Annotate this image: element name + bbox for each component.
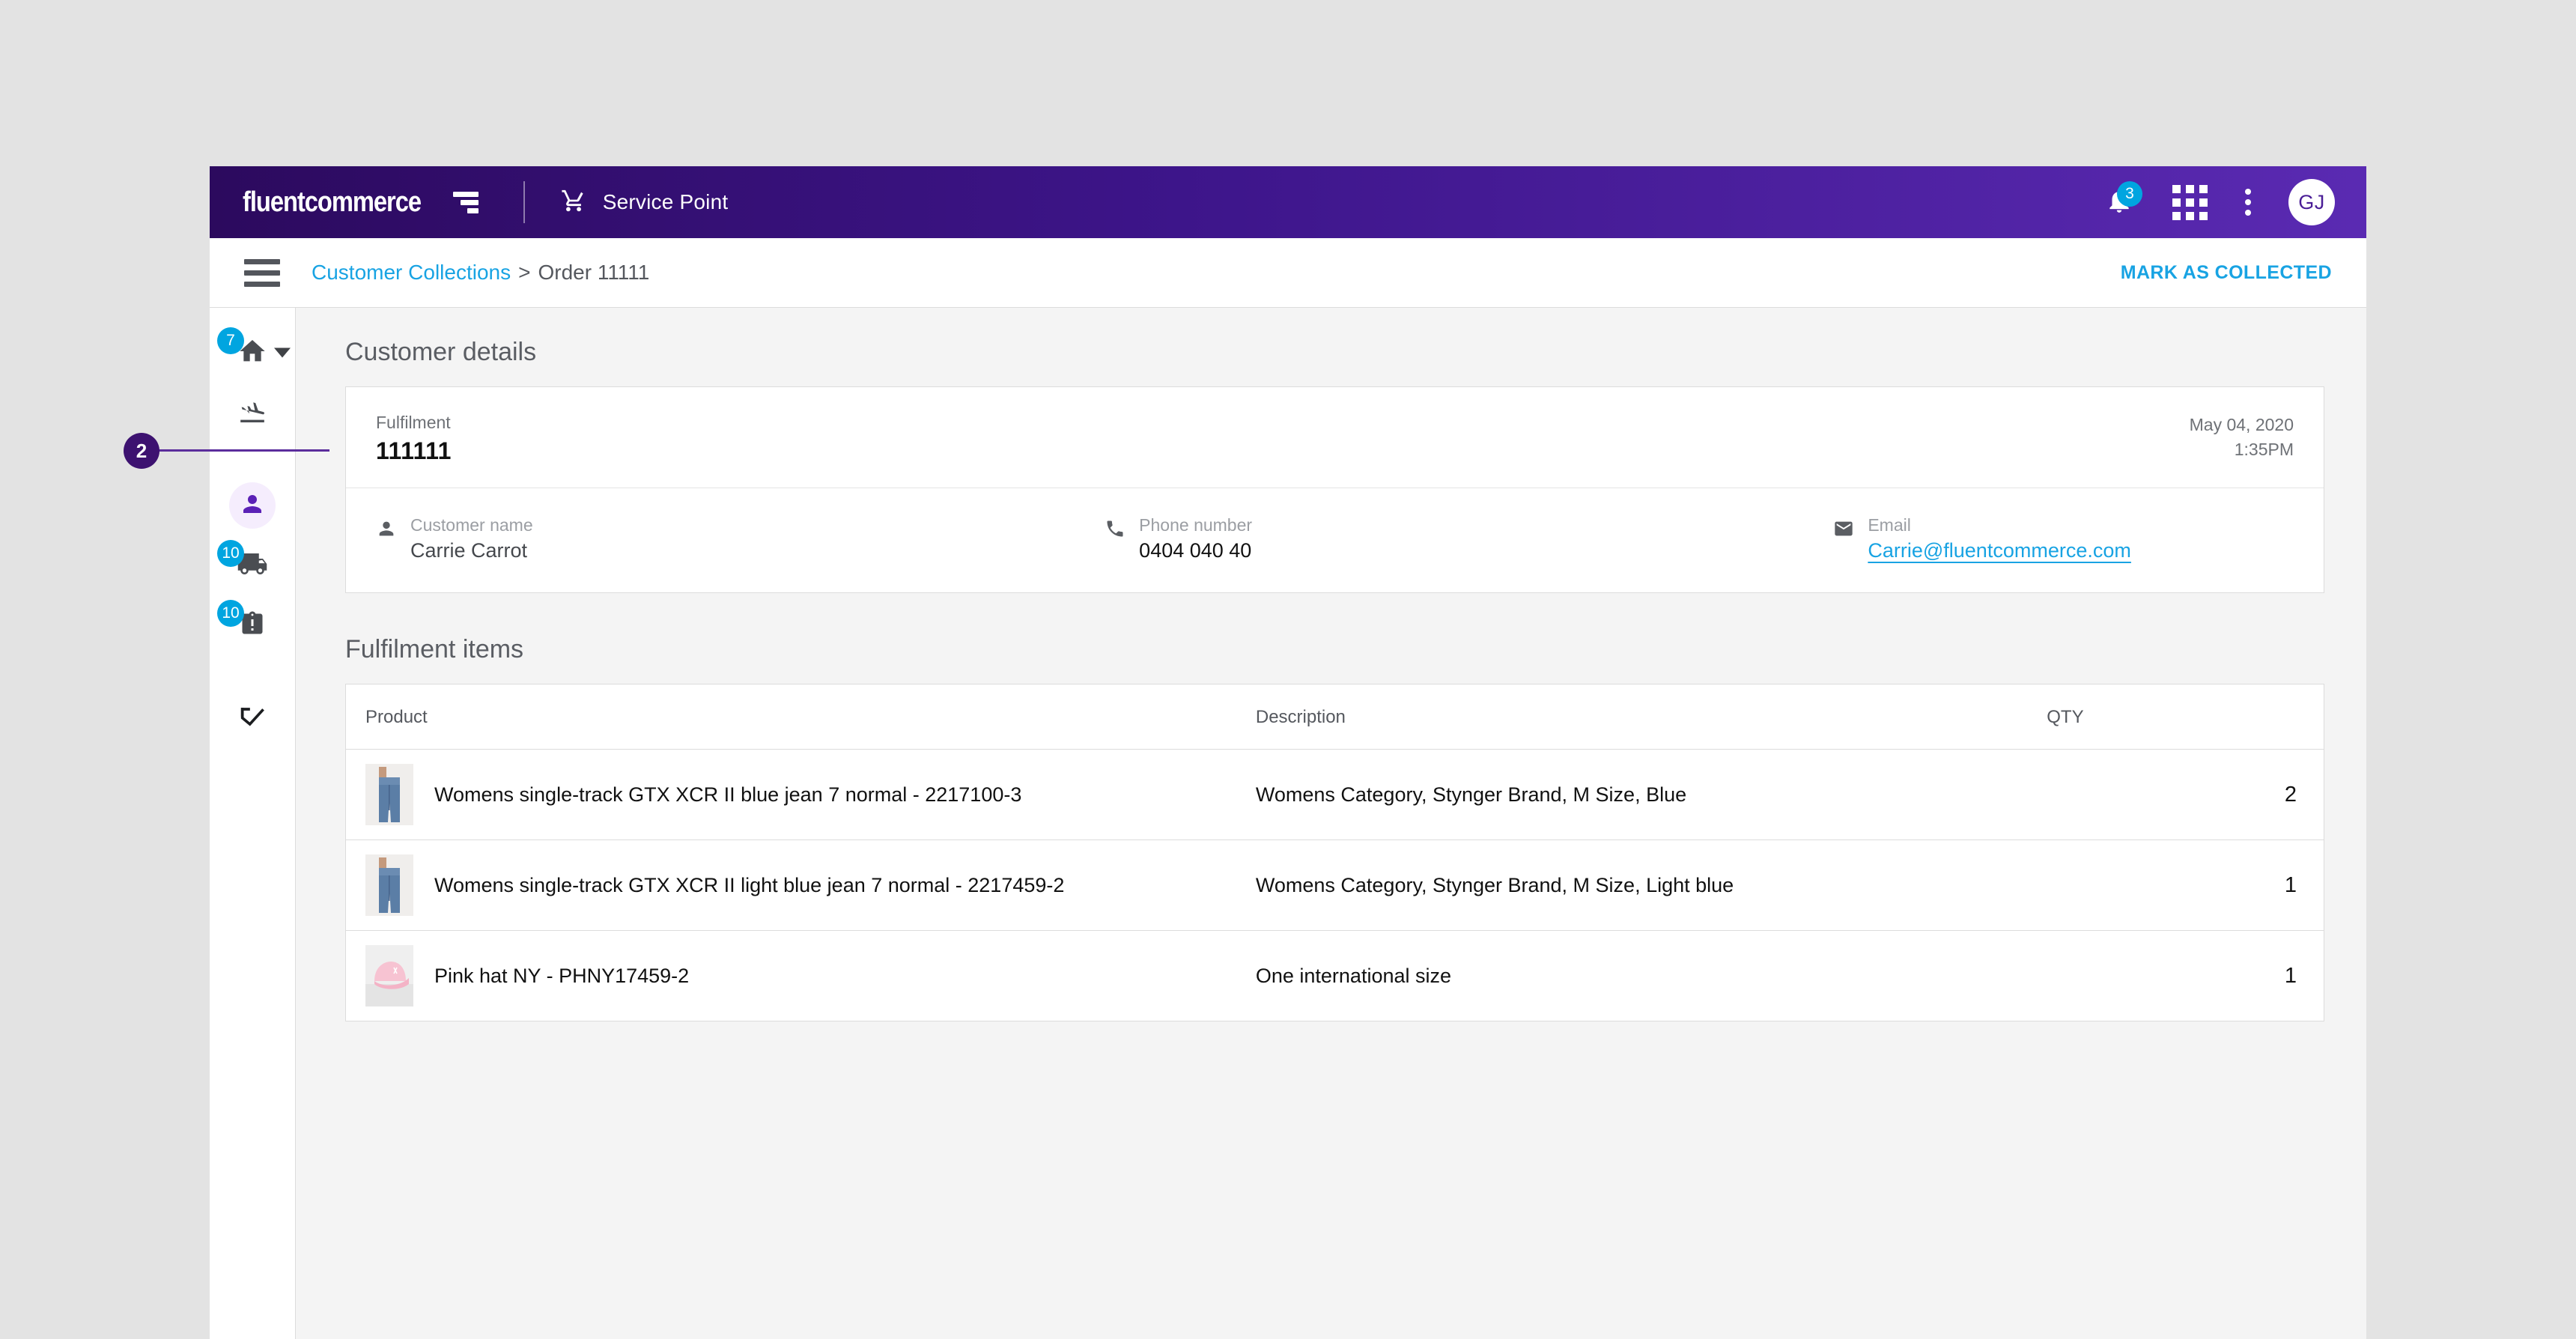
- email-value-link[interactable]: Carrie@fluentcommerce.com: [1868, 539, 2131, 562]
- mark-as-collected-button[interactable]: MARK AS COLLECTED: [2121, 262, 2332, 284]
- product-qty: 1: [2284, 963, 2297, 988]
- apps-grid-icon[interactable]: [2172, 184, 2208, 220]
- body-region: 7 10 10 Customer details Fulfilment 1111…: [210, 308, 2366, 1339]
- trending-arrow-icon: [237, 702, 267, 735]
- product-qty: 1: [2284, 872, 2297, 897]
- cell-description: Womens Category, Stynger Brand, M Size, …: [1255, 839, 2047, 931]
- shopping-cart-icon: [561, 188, 586, 217]
- fulfilment-id-block: Fulfilment 111111: [376, 413, 452, 465]
- avatar[interactable]: GJ: [2288, 179, 2335, 225]
- logo-wordmark: fluentcommerce: [243, 186, 422, 218]
- phone-number-label: Phone number: [1139, 515, 1253, 535]
- customer-details-card: Fulfilment 111111 May 04, 2020 1:35PM Cu…: [345, 386, 2324, 593]
- table-row[interactable]: Womens single-track GTX XCR II blue jean…: [346, 749, 2324, 840]
- product-description: Womens Category, Stynger Brand, M Size, …: [1255, 783, 1687, 806]
- topbar-actions: 3 GJ: [2105, 166, 2335, 238]
- timestamp-block: May 04, 2020 1:35PM: [2190, 413, 2294, 463]
- sidebar-divider-2: [210, 655, 295, 688]
- breadcrumb-bar: Customer Collections > Order 11111 MARK …: [210, 238, 2366, 308]
- customer-details-heading: Customer details: [345, 338, 537, 366]
- topbar-divider: [523, 181, 525, 223]
- annotation-marker: 2: [124, 433, 160, 469]
- order-date: May 04, 2020: [2189, 415, 2294, 434]
- phone-number-field: Phone number 0404 040 40: [1105, 515, 1833, 562]
- light-blue-jeans-thumbnail: [365, 854, 413, 916]
- breadcrumb-current: Order 11111: [538, 261, 650, 284]
- cell-description: One international size: [1256, 931, 2047, 1021]
- sidebar-badge-deliveries: 10: [217, 540, 244, 567]
- cell-qty: 2: [2047, 749, 2324, 840]
- person-icon: [376, 518, 397, 543]
- app-name-label: Service Point: [602, 190, 729, 213]
- person-icon: [239, 491, 266, 521]
- product-name: Pink hat NY - PHNY17459-2: [434, 964, 690, 987]
- email-label: Email: [1868, 515, 1911, 535]
- flight-land-icon: [237, 396, 267, 430]
- phone-number-value: 0404 040 40: [1139, 539, 1252, 562]
- fluentcommerce-logo[interactable]: fluentcommerce: [243, 186, 479, 219]
- hamburger-menu-icon[interactable]: [244, 258, 280, 287]
- product-qty: 2: [2284, 782, 2297, 807]
- product-description: Womens Category, Stynger Brand, M Size, …: [1255, 873, 1734, 896]
- sidebar-item-home[interactable]: 7: [210, 323, 295, 383]
- sidebar-active-indicator: [229, 482, 276, 529]
- sidebar-item-customers[interactable]: [210, 476, 295, 535]
- chevron-down-icon[interactable]: [274, 347, 291, 358]
- notification-count-badge: 3: [2117, 181, 2142, 207]
- sidebar-item-reports[interactable]: [210, 688, 295, 748]
- cell-product: Womens single-track GTX XCR II light blu…: [346, 839, 1256, 931]
- annotation-leader-line: [154, 449, 329, 452]
- sidebar-badge-exceptions: 10: [217, 600, 244, 627]
- sidebar-badge-home: 7: [217, 327, 244, 354]
- cell-description: Womens Category, Stynger Brand, M Size, …: [1255, 749, 2047, 840]
- service-point-group: Service Point: [561, 188, 729, 217]
- column-header-product: Product: [346, 684, 1256, 750]
- main-content: Customer details Fulfilment 111111 May 0…: [296, 308, 2366, 1339]
- table-row[interactable]: Pink hat NY - PHNY17459-2 One internatio…: [346, 931, 2324, 1021]
- table-header-row: Product Description QTY: [346, 684, 2324, 750]
- cell-product: Womens single-track GTX XCR II blue jean…: [346, 749, 1256, 840]
- sidebar-rail: 7 10 10: [210, 308, 296, 1339]
- column-header-description: Description: [1255, 684, 2047, 750]
- customer-name-label: Customer name: [410, 515, 533, 535]
- notifications-button[interactable]: 3: [2105, 181, 2142, 219]
- blue-jeans-thumbnail: [365, 764, 413, 825]
- top-app-bar: fluentcommerce Service Point 3 GJ: [210, 166, 2366, 238]
- sidebar-item-deliveries[interactable]: 10: [210, 535, 295, 595]
- fulfilment-label: Fulfilment: [376, 413, 451, 432]
- fluent-logo-mark-icon: [452, 191, 479, 213]
- product-name: Womens single-track GTX XCR II blue jean…: [434, 783, 1022, 806]
- customer-name-field: Customer name Carrie Carrot: [376, 515, 1105, 562]
- fulfilment-items-table: Product Description QTY Womens single-tr…: [346, 684, 2324, 1021]
- column-header-qty: QTY: [2047, 684, 2324, 750]
- table-row[interactable]: Womens single-track GTX XCR II light blu…: [346, 839, 2324, 931]
- breadcrumb-separator: >: [518, 261, 531, 284]
- email-icon: [1833, 518, 1854, 543]
- fulfilment-id: 111111: [376, 437, 452, 464]
- cell-product: Pink hat NY - PHNY17459-2: [346, 931, 1256, 1021]
- contact-row: Customer name Carrie Carrot Phone number: [346, 488, 2324, 592]
- breadcrumb-parent-link[interactable]: Customer Collections: [312, 261, 511, 285]
- cell-qty: 1: [2047, 931, 2324, 1021]
- bell-icon: [2105, 189, 2133, 219]
- breadcrumb: Customer Collections > Order 11111: [312, 261, 649, 285]
- sidebar-item-inbound[interactable]: [210, 383, 295, 443]
- app-window: fluentcommerce Service Point 3 GJ Custom…: [210, 166, 2366, 1339]
- fulfilment-items-heading: Fulfilment items: [345, 635, 524, 664]
- cell-qty: 1: [2047, 839, 2324, 931]
- email-field: Email Carrie@fluentcommerce.com: [1833, 515, 2294, 562]
- pink-hat-thumbnail: [365, 945, 413, 1006]
- product-description: One international size: [1255, 964, 1452, 987]
- product-name: Womens single-track GTX XCR II light blu…: [434, 873, 1065, 896]
- sidebar-divider: [210, 443, 295, 476]
- sidebar-item-exceptions[interactable]: 10: [210, 595, 295, 655]
- phone-icon: [1105, 518, 1126, 543]
- more-vertical-icon[interactable]: [2245, 189, 2251, 216]
- order-time: 1:35PM: [2234, 440, 2294, 460]
- fulfilment-header: Fulfilment 111111 May 04, 2020 1:35PM: [346, 387, 2324, 488]
- fulfilment-items-card: Product Description QTY Womens single-tr…: [345, 684, 2324, 1021]
- customer-name-value: Carrie Carrot: [410, 539, 528, 562]
